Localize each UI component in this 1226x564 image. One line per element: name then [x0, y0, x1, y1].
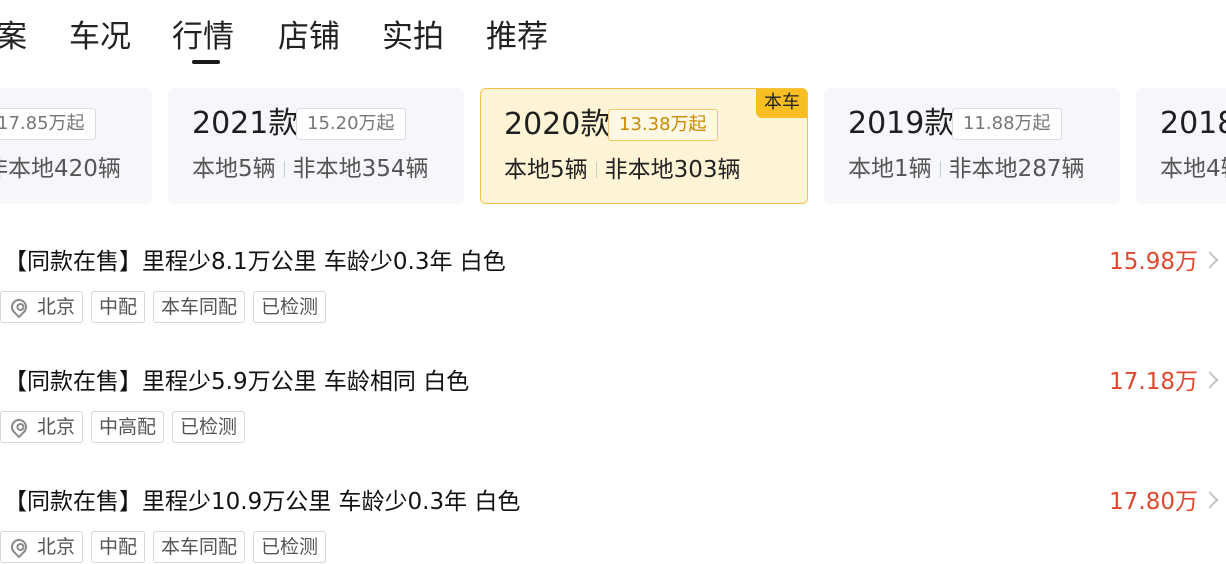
- year-card[interactable]: 17.85万起 非本地420辆: [0, 88, 152, 204]
- year-card-counts: 本地5辆 非本地303辆: [504, 153, 741, 187]
- year-card-counts: 非本地420辆: [0, 156, 121, 182]
- year-card-year: 2019款: [848, 106, 955, 141]
- listing-title: 【同款在售】里程少8.1万公里 车龄少0.3年 白色: [4, 249, 506, 275]
- location-label: 北京: [37, 296, 76, 318]
- nonlocal-count: 非本地287辆: [948, 156, 1085, 182]
- local-count: 本地5辆: [192, 156, 276, 182]
- listing-item[interactable]: 【同款在售】里程少5.9万公里 车龄相同 白色 17.18万 北京 中高配 已检…: [0, 365, 1226, 465]
- listing-tags: 北京 中配 本车同配 已检测: [0, 291, 334, 323]
- year-card[interactable]: 2018款 本地4辆: [1136, 88, 1226, 204]
- divider: [283, 161, 285, 177]
- year-card-counts: 本地1辆 非本地287辆: [848, 152, 1085, 186]
- listing-tags: 北京 中配 本车同配 已检测: [0, 531, 334, 563]
- location-pin-icon: [7, 295, 31, 319]
- same-config-tag: 本车同配: [153, 291, 246, 323]
- year-card-price: 17.85万起: [0, 108, 96, 140]
- inspected-tag: 已检测: [253, 531, 327, 563]
- tab-market[interactable]: 行情: [172, 14, 234, 60]
- listing-price: 17.18万: [1109, 369, 1198, 395]
- inspected-tag: 已检测: [172, 411, 246, 443]
- location-pin-icon: [7, 415, 31, 439]
- config-tag: 中配: [91, 531, 146, 563]
- tab-photos[interactable]: 实拍: [382, 14, 444, 60]
- tab-condition[interactable]: 车况: [69, 14, 131, 60]
- year-card-year: 2021款: [192, 106, 299, 141]
- chevron-right-icon: [1201, 251, 1219, 269]
- tab-recommend[interactable]: 推荐: [486, 14, 548, 60]
- year-card-year: 2020款: [504, 107, 611, 142]
- year-card-counts: 本地5辆 非本地354辆: [192, 152, 429, 186]
- config-tag: 中配: [91, 291, 146, 323]
- tab-bar: 案 车况 行情 店铺 实拍 推荐: [0, 0, 1226, 72]
- chevron-right-icon: [1201, 371, 1219, 389]
- chevron-right-icon: [1201, 491, 1219, 509]
- year-card-price: 11.88万起: [952, 108, 1062, 140]
- listing-title: 【同款在售】里程少5.9万公里 车龄相同 白色: [4, 369, 470, 395]
- tab-archive[interactable]: 案: [0, 14, 27, 60]
- listing-price: 15.98万: [1109, 249, 1198, 275]
- location-label: 北京: [37, 416, 76, 438]
- current-car-badge: 本车: [756, 89, 807, 118]
- nonlocal-count: 非本地303辆: [604, 157, 741, 183]
- location-tag: 北京: [0, 411, 84, 443]
- local-count: 本地1辆: [848, 156, 932, 182]
- listing-title: 【同款在售】里程少10.9万公里 车龄少0.3年 白色: [4, 489, 521, 515]
- active-tab-indicator: [192, 60, 220, 64]
- location-tag: 北京: [0, 291, 84, 323]
- listing-price: 17.80万: [1109, 489, 1198, 515]
- listing-item[interactable]: 【同款在售】里程少8.1万公里 车龄少0.3年 白色 15.98万 北京 中配 …: [0, 245, 1226, 345]
- tab-shop[interactable]: 店铺: [278, 14, 340, 60]
- divider: [595, 162, 597, 178]
- year-card-counts: 本地4辆: [1160, 156, 1226, 182]
- config-tag: 中高配: [91, 411, 165, 443]
- location-label: 北京: [37, 536, 76, 558]
- listing-tags: 北京 中高配 已检测: [0, 411, 253, 443]
- year-card[interactable]: 2021款 15.20万起 本地5辆 非本地354辆: [168, 88, 464, 204]
- year-card-strip[interactable]: 17.85万起 非本地420辆 2021款 15.20万起 本地5辆非本地354…: [0, 88, 1226, 204]
- nonlocal-count: 非本地354辆: [292, 156, 429, 182]
- year-card-current[interactable]: 2020款 13.38万起 本地5辆 非本地303辆 本车: [480, 88, 808, 204]
- year-card-price: 15.20万起: [296, 108, 406, 140]
- listing-item[interactable]: 【同款在售】里程少10.9万公里 车龄少0.3年 白色 17.80万 北京 中配…: [0, 485, 1226, 564]
- year-card[interactable]: 2019款 11.88万起 本地1辆 非本地287辆: [824, 88, 1120, 204]
- local-count: 本地5辆: [504, 157, 588, 183]
- location-pin-icon: [7, 535, 31, 559]
- year-card-price: 13.38万起: [608, 109, 718, 141]
- location-tag: 北京: [0, 531, 84, 563]
- year-card-year: 2018款: [1160, 106, 1226, 141]
- same-config-tag: 本车同配: [153, 531, 246, 563]
- inspected-tag: 已检测: [253, 291, 327, 323]
- divider: [939, 161, 941, 177]
